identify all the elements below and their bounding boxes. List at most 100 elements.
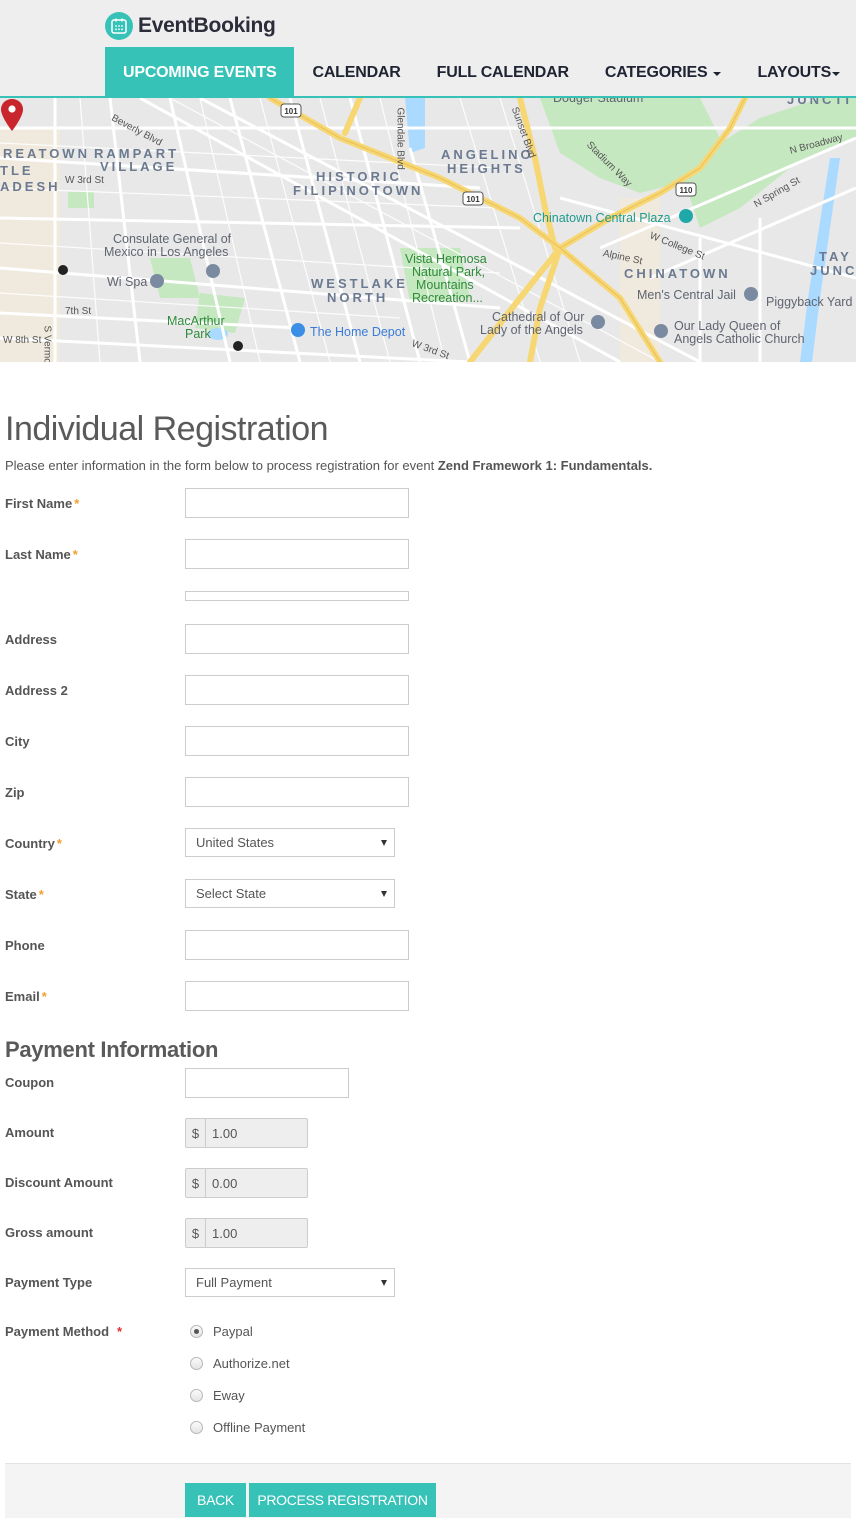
caret-down-icon	[832, 71, 841, 76]
radio-button-checked[interactable]	[190, 1325, 203, 1338]
city-input[interactable]	[185, 726, 409, 756]
first-name-input[interactable]	[185, 488, 409, 518]
back-button[interactable]: BACK	[185, 1483, 246, 1517]
map-label-filipinotown: FILIPINOTOWN	[293, 183, 424, 198]
nav-layouts[interactable]: LAYOUTS	[739, 47, 856, 98]
payment-option-paypal[interactable]: Paypal	[190, 1324, 253, 1339]
nav-upcoming-events[interactable]: UPCOMING EVENTS	[105, 47, 295, 98]
currency-addon: $	[186, 1119, 206, 1147]
required-mark: *	[72, 547, 78, 562]
intro-prefix: Please enter information in the form bel…	[5, 458, 438, 473]
unlabeled-input[interactable]	[185, 591, 409, 601]
country-select[interactable]: United States	[185, 828, 395, 857]
nav-calendar[interactable]: CALENDAR	[294, 47, 418, 98]
nav-label: UPCOMING EVENTS	[123, 63, 277, 81]
process-registration-button[interactable]: PROCESS REGISTRATION	[249, 1483, 436, 1517]
map-street-glendale: Glendale Blvd	[394, 107, 406, 170]
nav-label: CALENDAR	[312, 63, 401, 81]
label-text: State	[5, 887, 37, 902]
nav-label: CATEGORIES	[604, 63, 708, 81]
intro-text: Please enter information in the form bel…	[5, 458, 652, 473]
state-select[interactable]: Select State	[185, 879, 395, 908]
payment-type-label: Payment Type	[5, 1275, 93, 1290]
event-location-map[interactable]: 101 101 110 REATOWN RAMPART VILLAGE TLE …	[0, 98, 856, 362]
map-label-village: VILLAGE	[100, 159, 178, 174]
email-input[interactable]	[185, 981, 409, 1011]
payment-option-eway[interactable]: Eway	[190, 1388, 245, 1403]
page-title: Individual Registration	[5, 410, 329, 448]
currency-addon: $	[186, 1219, 206, 1247]
dropdown-arrow-icon	[381, 840, 387, 846]
map-street-vermont: S Vermont Ave	[41, 325, 53, 363]
required-mark: *	[38, 887, 44, 902]
map-street-w8th: W 8th St	[3, 335, 42, 346]
svg-text:110: 110	[680, 186, 693, 195]
brand-name: EventBooking	[138, 14, 276, 37]
payment-section-title: Payment Information	[5, 1037, 219, 1062]
coupon-input[interactable]	[185, 1068, 349, 1098]
radio-button[interactable]	[190, 1421, 203, 1434]
coupon-label: Coupon	[5, 1075, 55, 1090]
map-street-7th: 7th St	[65, 306, 92, 317]
required-mark: *	[41, 989, 47, 1004]
site-header: EventBooking UPCOMING EVENTS CALENDAR FU…	[0, 0, 856, 98]
radio-button[interactable]	[190, 1389, 203, 1402]
map-poi-piggyback: Piggyback Yard	[766, 295, 853, 309]
payment-type-select[interactable]: Full Payment	[185, 1268, 395, 1297]
first-name-label: First Name *	[5, 496, 79, 511]
payment-option-authorize[interactable]: Authorize.net	[190, 1356, 290, 1371]
zip-input[interactable]	[185, 777, 409, 807]
main-nav: UPCOMING EVENTS CALENDAR FULL CALENDAR C…	[105, 47, 856, 98]
option-label: Eway	[213, 1388, 245, 1403]
map-poi-macarthur-2: Park	[185, 327, 211, 341]
map-label-north: NORTH	[327, 290, 389, 305]
required-mark: *	[56, 836, 62, 851]
nav-full-calendar[interactable]: FULL CALENDAR	[419, 47, 587, 98]
radio-button[interactable]	[190, 1357, 203, 1370]
map-poi-wispa: Wi Spa	[107, 275, 148, 289]
nav-categories[interactable]: CATEGORIES	[587, 47, 740, 98]
amount-value: 1.00	[212, 1125, 238, 1141]
phone-label: Phone	[5, 938, 45, 953]
selected-value: Select State	[196, 886, 267, 901]
last-name-input[interactable]	[185, 539, 409, 569]
phone-input[interactable]	[185, 930, 409, 960]
last-name-label: Last Name *	[5, 547, 78, 562]
map-poi-chinatown-plaza: Chinatown Central Plaza	[533, 211, 671, 225]
city-label: City	[5, 734, 30, 749]
discount-field: $0.00	[185, 1168, 308, 1198]
payment-option-offline[interactable]: Offline Payment	[190, 1420, 305, 1435]
amount-field: $1.00	[185, 1118, 308, 1148]
map-poi-ourlady-2: Angels Catholic Church	[674, 332, 805, 346]
label-text: Email	[5, 989, 40, 1004]
map-poi-dodger: Dodger Stadium	[553, 98, 644, 105]
svg-text:101: 101	[284, 107, 298, 116]
brand-logo-link[interactable]: EventBooking	[105, 12, 276, 40]
required-mark: *	[74, 496, 80, 511]
dropdown-arrow-icon	[381, 891, 387, 897]
map-street-w3rd: W 3rd St	[65, 175, 104, 186]
address-input[interactable]	[185, 624, 409, 654]
selected-value: Full Payment	[196, 1275, 272, 1290]
caret-down-icon	[713, 71, 722, 76]
address2-label: Address 2	[5, 683, 68, 698]
currency-addon: $	[186, 1169, 206, 1197]
label-text: First Name	[5, 496, 73, 511]
map-label-bangladesh: ADESH	[0, 179, 61, 194]
country-label: Country *	[5, 836, 62, 851]
map-label-chinatown: CHINATOWN	[624, 266, 731, 281]
map-label-junction: JUNCTI	[787, 98, 852, 107]
map-label-little: TLE	[0, 163, 34, 178]
discount-value: 0.00	[212, 1175, 238, 1191]
email-label: Email *	[5, 989, 47, 1004]
map-poi-jail: Men's Central Jail	[637, 288, 736, 302]
gross-field: $1.00	[185, 1218, 308, 1248]
amount-label: Amount	[5, 1125, 55, 1140]
nav-label: LAYOUTS	[757, 63, 832, 81]
map-marker-icon[interactable]	[0, 98, 24, 132]
address2-input[interactable]	[185, 675, 409, 705]
map-label-heights: HEIGHTS	[447, 161, 526, 176]
label-text: Country	[5, 836, 55, 851]
label-text: Payment Method	[5, 1324, 110, 1339]
discount-label: Discount Amount	[5, 1175, 113, 1190]
